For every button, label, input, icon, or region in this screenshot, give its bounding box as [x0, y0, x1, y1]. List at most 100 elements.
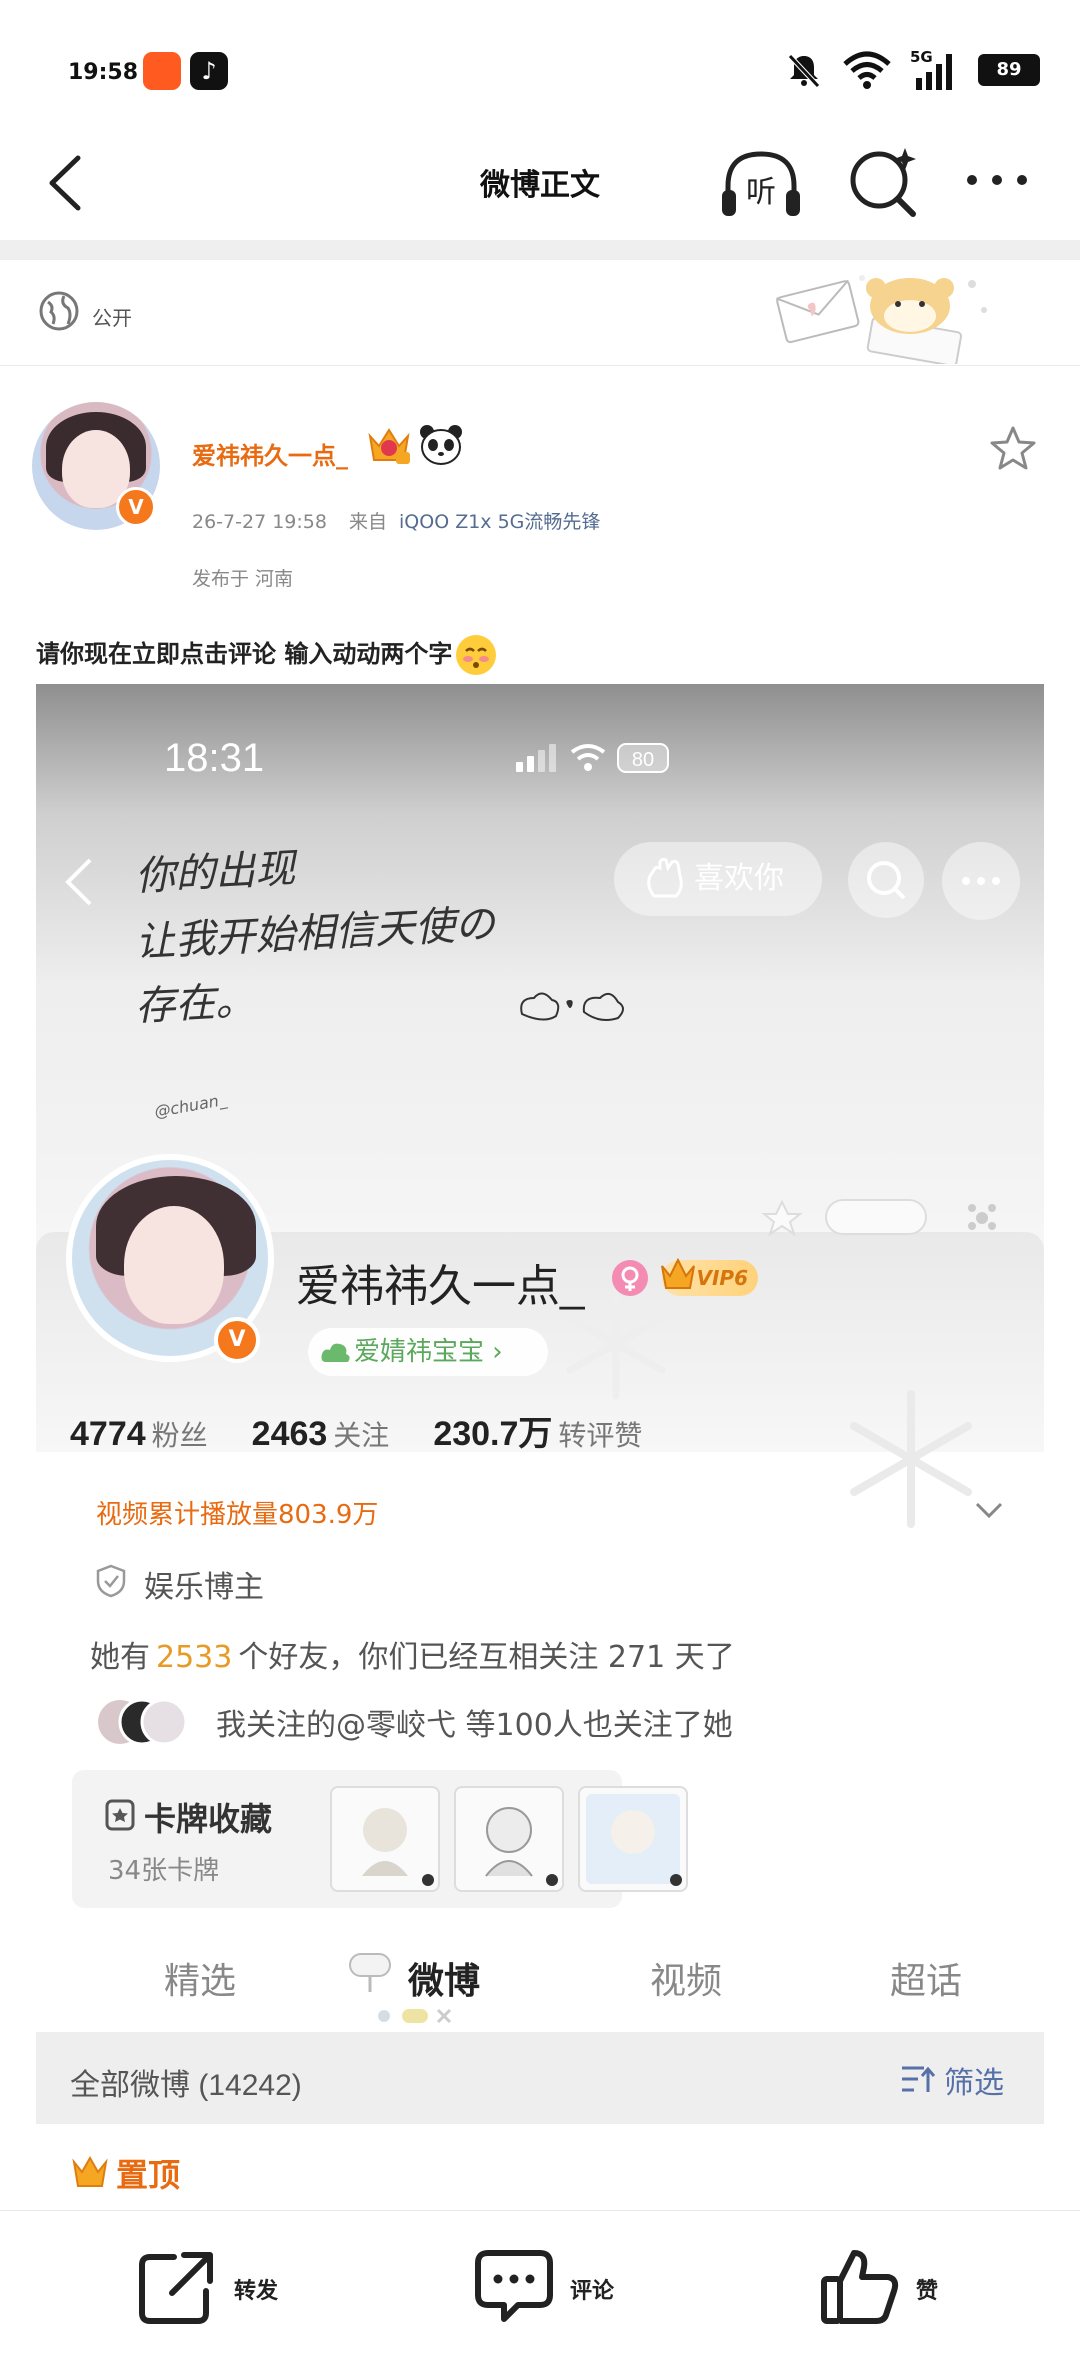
search-sparkle-icon[interactable] — [845, 144, 921, 220]
battery-indicator: 89 — [978, 54, 1040, 86]
author-username[interactable]: 爱祎祎久一点_ — [192, 436, 348, 471]
crown-level-badge-icon — [368, 428, 410, 464]
embedded-more-icon — [942, 842, 1020, 920]
cloud-doodle — [520, 992, 624, 1021]
engagement-label: 转评赞 — [558, 1420, 643, 1451]
repost-label: 转发 — [234, 2279, 279, 2304]
shy-face-emoji-icon — [456, 635, 497, 675]
listen-headphones-icon[interactable]: 听 — [718, 146, 804, 222]
post-location: 发布于 河南 — [192, 568, 294, 590]
followers-count: 4774 — [70, 1415, 146, 1453]
visibility-label: 公开 — [92, 306, 132, 330]
bottom-action-bar: 转发 评论 赞 — [0, 2210, 1080, 2372]
tiktok-notification-icon: ♪ — [190, 52, 228, 90]
card-thumbnail — [330, 1786, 440, 1892]
favorite-star-icon[interactable] — [988, 424, 1038, 474]
embedded-status-icons: 80 — [516, 743, 669, 773]
following-label: 关注 — [333, 1420, 390, 1451]
source-label: 来自 — [348, 511, 387, 533]
globe-icon — [39, 291, 79, 331]
embedded-watermark-handle: @chuan_ — [152, 1089, 229, 1122]
pinned-crown-icon — [72, 2155, 108, 2187]
post-text: 请你现在立即点击评论 输入动动两个字 — [36, 634, 497, 675]
profile-stats: 4774 粉丝 2463 关注 230.7万 转评赞 — [70, 1406, 686, 1455]
creator-role: 娱乐博主 — [144, 1570, 264, 1605]
mutual-follow-text: 我关注的@零峧弋 等100人也关注了她 — [216, 1708, 733, 1743]
bone-paw-decoration — [761, 1199, 996, 1237]
thumbs-up-icon — [821, 2250, 899, 2324]
mutual-follower-avatars — [98, 1698, 188, 1746]
following-count: 2463 — [251, 1415, 328, 1453]
source-device-link[interactable]: iQOO Z1x 5G流畅先锋 — [399, 511, 600, 533]
repost-icon — [139, 2252, 213, 2324]
top-nav-bar: 微博正文 听 — [0, 130, 1080, 240]
friends-prefix: 她有 — [90, 1640, 150, 1675]
like-button[interactable]: 赞 — [820, 2247, 970, 2327]
card-collection-count: 34张卡牌 — [108, 1856, 220, 1886]
filter-icon — [902, 2066, 936, 2092]
profile-verified-badge-icon: V — [214, 1317, 260, 1363]
active-tab-decoration — [378, 2008, 452, 2024]
embedded-status-time: 18:31 — [164, 736, 265, 780]
post-meta: 26-7-27 19:58 来自 iQOO Z1x 5G流畅先锋 — [192, 507, 600, 534]
app-notification-icon — [143, 52, 181, 90]
chevron-down-icon — [975, 1502, 1003, 1519]
female-gender-icon — [612, 1260, 648, 1296]
more-options-icon[interactable] — [962, 160, 1032, 200]
cellular-signal-icon: 5G — [910, 48, 952, 90]
like-label: 赞 — [916, 2279, 939, 2304]
tab-videos: 视频 — [650, 1961, 723, 2002]
mutual-friends-info: 她有 2533 个好友，你们已经互相关注 271 天了 — [90, 1632, 735, 1676]
embedded-hand-icon — [647, 857, 683, 898]
shield-icon — [96, 1564, 126, 1598]
status-icons: 5G 89 — [784, 48, 1040, 92]
handwriting-line-3: 存在。 — [136, 978, 256, 1030]
post-text-content: 请你现在立即点击评论 输入动动两个字 — [36, 640, 453, 668]
snowflake-decoration — [850, 1390, 972, 1528]
vip-crown-icon — [661, 1257, 695, 1289]
fan-cloud-icon — [321, 1343, 350, 1362]
pinned-label: 置顶 — [116, 2156, 181, 2194]
post-image[interactable]: 18:31 80 喜欢你 你的出现 让我开始相信天使の 存在。 @chuan_ … — [36, 684, 1044, 2210]
mute-icon — [788, 54, 820, 88]
tab-weibo: 微博 — [408, 1961, 481, 2002]
card-collection-title: 卡牌收藏 — [144, 1800, 273, 1838]
friends-suffix: 个好友，你们已经互相关注 271 天了 — [238, 1640, 735, 1675]
handwritten-note: 你的出现 让我开始相信天使の 存在。 — [136, 845, 498, 1030]
listen-label: 听 — [746, 175, 776, 210]
embedded-battery: 80 — [632, 749, 654, 771]
profile-name: 爱祎祎久一点_ — [296, 1262, 585, 1311]
mailbox-decoration — [349, 1953, 391, 1992]
embedded-search-icon — [848, 842, 924, 918]
filter-text: 筛选 — [944, 2066, 1004, 2101]
repost-button[interactable]: 转发 — [138, 2247, 288, 2327]
verified-badge-icon: V — [116, 487, 156, 527]
friends-count: 2533 — [156, 1640, 233, 1675]
visibility-row: 公开 — [0, 260, 1080, 366]
envelope-puppy-decoration — [775, 275, 987, 364]
all-posts-count: 全部微博 (14242) — [70, 2069, 302, 2102]
section-divider — [0, 240, 1080, 260]
engagement-count: 230.7万 — [433, 1415, 553, 1453]
embedded-back-arrow-icon — [65, 858, 92, 906]
comment-icon — [475, 2250, 553, 2322]
tab-super-topics: 超话 — [890, 1961, 963, 2002]
followers-label: 粉丝 — [151, 1420, 208, 1451]
card-thumbnail — [454, 1786, 564, 1892]
status-bar: 19:58 ♪ 5G 89 — [0, 0, 1080, 130]
profile-tabs: 精选 微博 视频 超话 — [36, 1944, 1044, 2014]
handwriting-line-2: 让我开始相信天使の — [136, 901, 498, 966]
post-timestamp: 26-7-27 19:58 — [192, 511, 327, 533]
video-plays-total: 视频累计播放量803.9万 — [96, 1500, 379, 1530]
card-thumbnail — [578, 1786, 688, 1892]
filter-label: 筛选 — [944, 2058, 1004, 2102]
network-type: 5G — [910, 48, 933, 66]
panda-badge-icon — [420, 425, 462, 465]
handwriting-line-1: 你的出现 — [136, 845, 300, 900]
status-time: 19:58 — [68, 60, 139, 85]
wifi-icon — [843, 51, 891, 89]
card-collection-icon — [105, 1799, 135, 1831]
comment-button[interactable]: 评论 — [474, 2247, 624, 2327]
comment-label: 评论 — [570, 2279, 615, 2304]
tab-featured: 精选 — [164, 1961, 237, 2002]
